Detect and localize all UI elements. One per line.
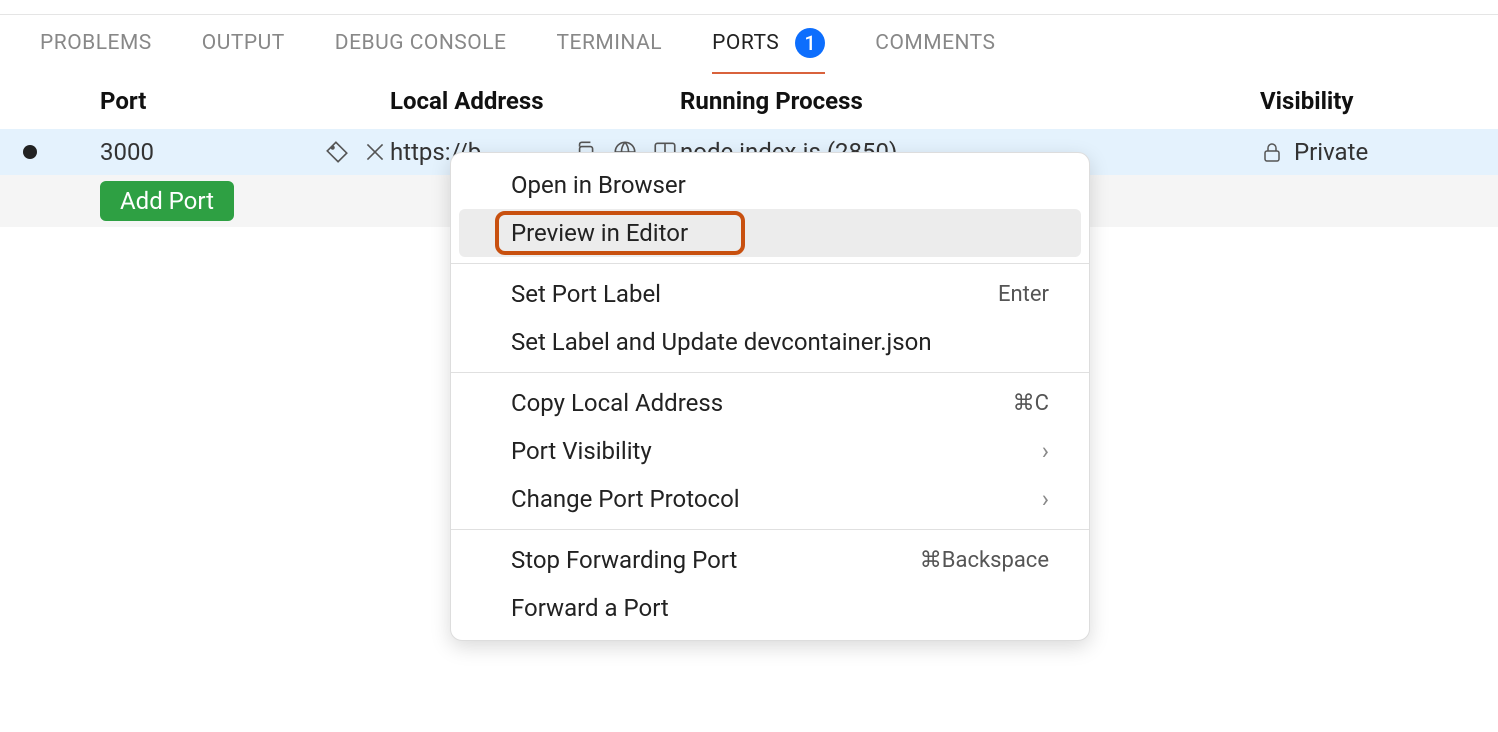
ctx-stop-forwarding[interactable]: Stop Forwarding Port ⌘Backspace xyxy=(451,536,1089,584)
ctx-copy-local-address-label: Copy Local Address xyxy=(511,389,723,417)
ctx-port-visibility-label: Port Visibility xyxy=(511,437,652,465)
header-local-address: Local Address xyxy=(390,87,680,115)
tab-debug-console[interactable]: DEBUG CONSOLE xyxy=(335,17,507,71)
add-port-button[interactable]: Add Port xyxy=(100,181,234,221)
ctx-open-in-browser-label: Open in Browser xyxy=(511,171,686,199)
ctx-copy-local-address-shortcut: ⌘C xyxy=(1013,391,1049,416)
ctx-preview-in-editor-label: Preview in Editor xyxy=(511,219,688,247)
header-visibility: Visibility xyxy=(1260,87,1498,115)
ctx-port-visibility[interactable]: Port Visibility › xyxy=(451,427,1089,475)
ctx-set-label-update-label: Set Label and Update devcontainer.json xyxy=(511,328,932,356)
header-running-process: Running Process xyxy=(680,87,1260,115)
tab-output[interactable]: OUTPUT xyxy=(202,17,285,71)
close-icon[interactable] xyxy=(360,137,390,167)
top-divider xyxy=(0,0,1498,15)
panel-tabs: PROBLEMS OUTPUT DEBUG CONSOLE TERMINAL P… xyxy=(0,15,1498,73)
ctx-set-port-label-label: Set Port Label xyxy=(511,280,661,308)
ctx-set-port-label-shortcut: Enter xyxy=(998,282,1049,307)
ctx-preview-in-editor[interactable]: Preview in Editor xyxy=(459,209,1081,257)
ctx-set-port-label[interactable]: Set Port Label Enter xyxy=(451,270,1089,318)
label-icon[interactable] xyxy=(322,137,352,167)
lock-icon xyxy=(1260,137,1284,167)
chevron-right-icon: › xyxy=(1042,437,1049,465)
tab-ports-label: PORTS xyxy=(712,31,779,55)
visibility-text: Private xyxy=(1294,138,1368,166)
context-menu: Open in Browser Preview in Editor Set Po… xyxy=(450,152,1090,641)
port-status-indicator xyxy=(0,145,60,159)
ctx-stop-forwarding-shortcut: ⌘Backspace xyxy=(920,548,1049,573)
tab-ports[interactable]: PORTS 1 xyxy=(712,14,825,74)
chevron-right-icon: › xyxy=(1042,485,1049,513)
ctx-change-port-protocol[interactable]: Change Port Protocol › xyxy=(451,475,1089,523)
table-headers: Port Local Address Running Process Visib… xyxy=(0,73,1498,129)
ctx-forward-a-port-label: Forward a Port xyxy=(511,594,669,622)
header-port: Port xyxy=(100,87,390,115)
port-number: 3000 xyxy=(100,138,314,166)
ctx-divider xyxy=(451,529,1089,530)
tab-problems[interactable]: PROBLEMS xyxy=(40,17,152,71)
tab-comments[interactable]: COMMENTS xyxy=(875,17,995,71)
ctx-divider xyxy=(451,372,1089,373)
ctx-stop-forwarding-label: Stop Forwarding Port xyxy=(511,546,737,574)
ctx-open-in-browser[interactable]: Open in Browser xyxy=(451,161,1089,209)
ctx-copy-local-address[interactable]: Copy Local Address ⌘C xyxy=(451,379,1089,427)
ctx-forward-a-port[interactable]: Forward a Port xyxy=(451,584,1089,632)
ports-count-badge: 1 xyxy=(795,28,825,58)
ctx-divider xyxy=(451,263,1089,264)
tab-terminal[interactable]: TERMINAL xyxy=(556,17,662,71)
ctx-change-port-protocol-label: Change Port Protocol xyxy=(511,485,740,513)
ctx-set-label-update[interactable]: Set Label and Update devcontainer.json xyxy=(451,318,1089,366)
